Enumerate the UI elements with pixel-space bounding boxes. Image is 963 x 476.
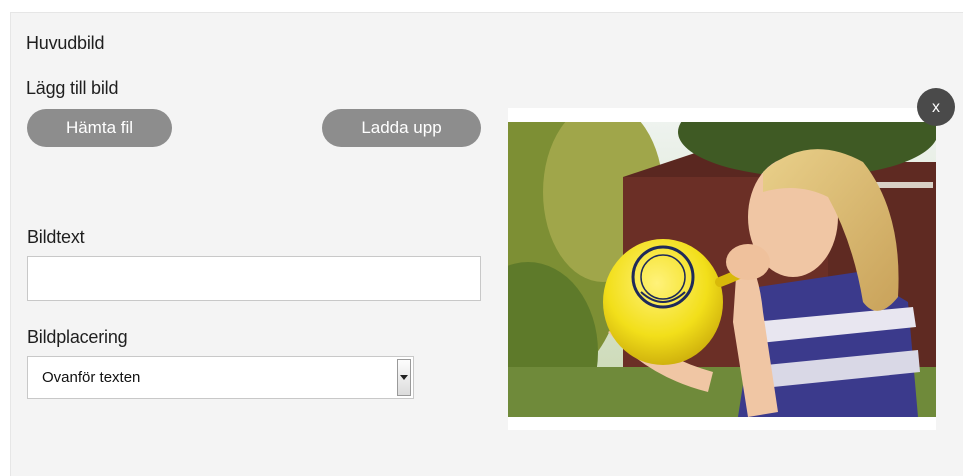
add-image-label: Lägg till bild bbox=[26, 78, 119, 98]
photo-illustration bbox=[508, 122, 936, 417]
placement-label: Bildplacering bbox=[27, 327, 128, 347]
close-icon[interactable]: x bbox=[917, 88, 955, 126]
section-title: Huvudbild bbox=[26, 33, 105, 53]
placement-select[interactable]: Ovanför texten bbox=[27, 356, 414, 399]
preview-photo bbox=[508, 122, 936, 417]
upload-button[interactable]: Ladda upp bbox=[322, 109, 481, 147]
chevron-down-icon[interactable] bbox=[397, 359, 411, 396]
image-preview bbox=[508, 108, 936, 430]
placement-selected-value: Ovanför texten bbox=[42, 369, 141, 386]
fetch-file-button[interactable]: Hämta fil bbox=[27, 109, 172, 147]
caption-label: Bildtext bbox=[27, 227, 85, 247]
caption-input[interactable] bbox=[27, 256, 481, 301]
